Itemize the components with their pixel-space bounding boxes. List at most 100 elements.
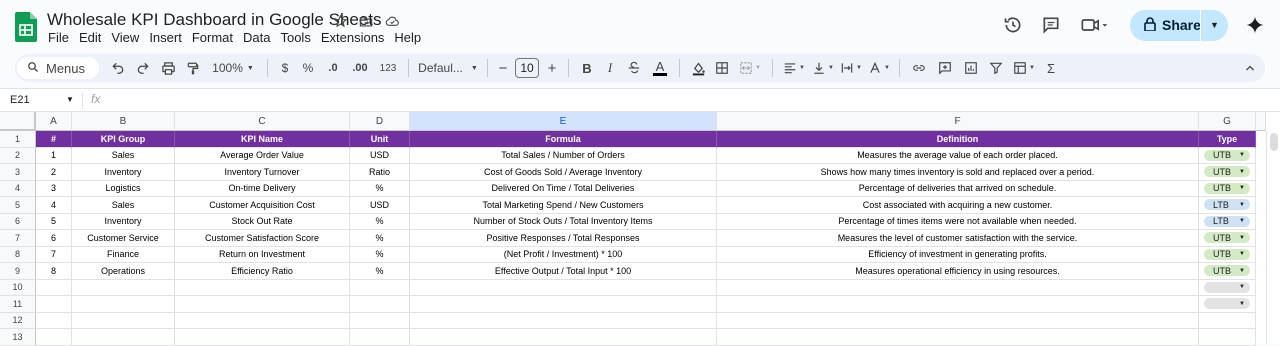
cell-group[interactable]: Logistics xyxy=(72,180,175,197)
cell-formula[interactable]: Total Marketing Spend / New Customers xyxy=(410,197,717,214)
row-number[interactable]: 6 xyxy=(0,213,36,230)
row-number[interactable]: 2 xyxy=(0,147,36,164)
cell-definition[interactable]: Percentage of deliveries that arrived on… xyxy=(717,180,1199,197)
cell-definition[interactable]: Percentage of times items were not avail… xyxy=(717,213,1199,230)
cell-unit[interactable]: % xyxy=(350,263,410,280)
cell-definition[interactable]: Measures the level of customer satisfact… xyxy=(717,230,1199,247)
type-dropdown-chip[interactable]: UTB ▼ xyxy=(1204,166,1250,178)
cell-unit[interactable]: % xyxy=(350,180,410,197)
cell-name[interactable]: On-time Delivery xyxy=(175,180,350,197)
column-header-f[interactable]: F xyxy=(717,112,1199,131)
gemini-icon[interactable] xyxy=(1238,8,1272,42)
type-dropdown-chip[interactable]: ▼ xyxy=(1204,298,1250,310)
italic-button[interactable]: I xyxy=(599,54,621,82)
filter-icon[interactable] xyxy=(984,54,1008,82)
text-color-button[interactable]: A xyxy=(647,54,673,82)
cell-unit[interactable]: USD xyxy=(350,197,410,214)
header-cell[interactable]: KPI Group xyxy=(72,131,175,148)
currency-format-button[interactable]: $ xyxy=(274,54,296,82)
menu-help[interactable]: Help xyxy=(394,30,428,45)
column-header-d[interactable]: D xyxy=(350,112,410,131)
functions-button[interactable]: Σ xyxy=(1040,54,1062,82)
cloud-saved-icon[interactable] xyxy=(383,12,401,30)
empty-cell[interactable] xyxy=(717,312,1199,329)
row-number[interactable]: 8 xyxy=(0,246,36,263)
header-cell[interactable]: KPI Name xyxy=(175,131,350,148)
empty-cell[interactable] xyxy=(175,296,350,313)
cell-definition[interactable]: Efficiency of investment in generating p… xyxy=(717,246,1199,263)
cell-num[interactable]: 8 xyxy=(36,263,72,280)
vertical-scrollbar[interactable] xyxy=(1266,131,1280,344)
cell-name[interactable]: Average Order Value xyxy=(175,147,350,164)
percent-format-button[interactable]: % xyxy=(296,54,320,82)
row-number[interactable]: 11 xyxy=(0,296,36,313)
menu-view[interactable]: View xyxy=(111,30,146,45)
cell-type[interactable]: LTB ▼ xyxy=(1199,197,1256,214)
column-header-g[interactable]: G xyxy=(1199,112,1256,131)
cell-type[interactable]: UTB ▼ xyxy=(1199,147,1256,164)
cell-num[interactable]: 4 xyxy=(36,197,72,214)
cell-formula[interactable]: Total Sales / Number of Orders xyxy=(410,147,717,164)
filter-views-icon[interactable]: ▼ xyxy=(1008,54,1040,82)
row-number[interactable]: 13 xyxy=(0,329,36,346)
cell-group[interactable]: Inventory xyxy=(72,164,175,181)
cell-num[interactable]: 6 xyxy=(36,230,72,247)
paint-format-icon[interactable] xyxy=(181,54,205,82)
cell-type[interactable]: UTB ▼ xyxy=(1199,230,1256,247)
menu-edit[interactable]: Edit xyxy=(79,30,108,45)
empty-cell[interactable] xyxy=(410,279,717,296)
font-select[interactable]: Defaul... ▼ xyxy=(415,54,481,82)
empty-cell[interactable] xyxy=(350,329,410,346)
empty-cell[interactable] xyxy=(1199,329,1256,346)
type-dropdown-chip[interactable]: ▼ xyxy=(1204,281,1250,293)
cell-name[interactable]: Customer Acquisition Cost xyxy=(175,197,350,214)
cell-type[interactable]: ▼ xyxy=(1199,279,1256,296)
undo-icon[interactable] xyxy=(105,54,131,82)
cell-unit[interactable]: % xyxy=(350,213,410,230)
strikethrough-icon[interactable] xyxy=(621,54,647,82)
share-dropdown-icon[interactable]: ▼ xyxy=(1201,20,1228,30)
empty-cell[interactable] xyxy=(410,312,717,329)
row-number[interactable]: 7 xyxy=(0,230,36,247)
share-button[interactable]: Share ▼ xyxy=(1130,9,1228,41)
decrease-decimal-button[interactable]: .0 xyxy=(320,54,346,82)
cell-formula[interactable]: (Net Profit / Investment) * 100 xyxy=(410,246,717,263)
insert-link-icon[interactable] xyxy=(906,54,932,82)
empty-cell[interactable] xyxy=(350,296,410,313)
type-dropdown-chip[interactable]: UTB ▼ xyxy=(1204,149,1250,161)
column-header-e[interactable]: E xyxy=(410,112,717,131)
row-number[interactable]: 12 xyxy=(0,312,36,329)
insert-comment-icon[interactable] xyxy=(932,54,958,82)
menu-tools[interactable]: Tools xyxy=(280,30,317,45)
cell-name[interactable]: Inventory Turnover xyxy=(175,164,350,181)
row-number[interactable]: 4 xyxy=(0,180,36,197)
cell-group[interactable]: Inventory xyxy=(72,213,175,230)
cell-num[interactable]: 2 xyxy=(36,164,72,181)
cell-unit[interactable]: Ratio xyxy=(350,164,410,181)
empty-cell[interactable] xyxy=(717,329,1199,346)
empty-cell[interactable] xyxy=(72,279,175,296)
print-icon[interactable] xyxy=(155,54,181,82)
type-dropdown-chip[interactable]: UTB ▼ xyxy=(1204,232,1250,244)
cell-group[interactable]: Sales xyxy=(72,197,175,214)
cell-group[interactable]: Customer Service xyxy=(72,230,175,247)
header-cell[interactable]: Type xyxy=(1199,131,1256,148)
cell-type[interactable]: UTB ▼ xyxy=(1199,164,1256,181)
header-cell[interactable]: # xyxy=(36,131,72,148)
cell-definition[interactable]: Cost associated with acquiring a new cus… xyxy=(717,197,1199,214)
cell-num[interactable]: 3 xyxy=(36,180,72,197)
cell-group[interactable]: Finance xyxy=(72,246,175,263)
meet-call-icon[interactable] xyxy=(1072,8,1116,42)
column-header-b[interactable]: B xyxy=(72,112,175,131)
row-number[interactable]: 5 xyxy=(0,197,36,214)
row-number[interactable]: 1 xyxy=(0,131,36,148)
header-cell[interactable]: Definition xyxy=(717,131,1199,148)
version-history-icon[interactable] xyxy=(996,8,1030,42)
type-dropdown-chip[interactable]: LTB ▼ xyxy=(1204,199,1250,211)
menu-extensions[interactable]: Extensions xyxy=(321,30,392,45)
cell-definition[interactable]: Shows how many times inventory is sold a… xyxy=(717,164,1199,181)
collapse-toolbar-icon[interactable] xyxy=(1235,54,1265,82)
name-box[interactable]: E21 xyxy=(10,94,30,106)
type-dropdown-chip[interactable]: LTB ▼ xyxy=(1204,215,1250,227)
row-number[interactable]: 10 xyxy=(0,279,36,296)
